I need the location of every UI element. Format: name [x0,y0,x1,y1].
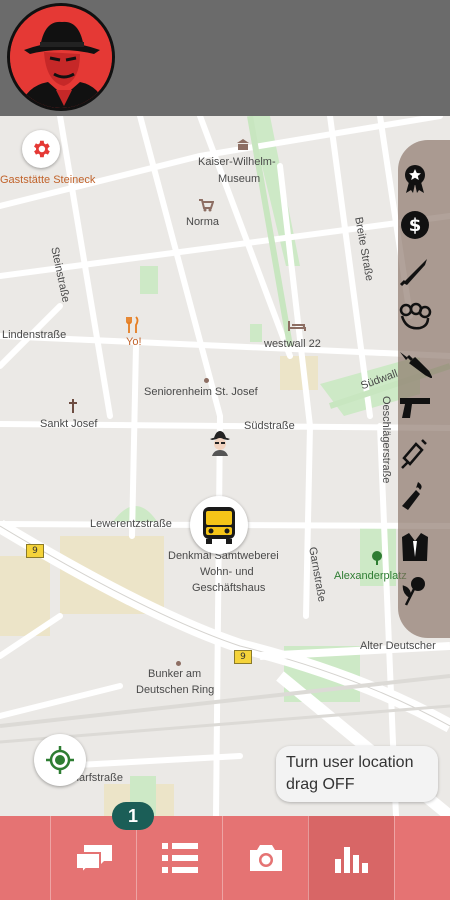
side-suit-button[interactable] [398,530,432,564]
location-drag-toast[interactable]: Turn user location drag OFF [276,746,438,802]
map-label-alter-deutscher: Alter Deutscher [360,640,436,652]
tab-spacer-right [394,816,450,900]
gangster-avatar-icon [10,6,112,108]
camera-icon [249,845,282,871]
syringe-icon [401,439,427,469]
side-molotov-button[interactable] [398,480,432,514]
side-knuckles-button[interactable] [398,300,432,334]
settings-button[interactable] [22,130,60,168]
app-header [0,0,450,116]
tab-spacer-left [0,816,50,900]
side-syringe-button[interactable] [398,436,432,470]
map-label-kaiser: Kaiser-Wilhelm- [198,156,276,168]
side-pistol-button[interactable] [398,390,432,424]
map-label-denkmal-3: Geschäftshaus [192,582,266,594]
map-label-bunker-1: Bunker am [148,668,202,680]
crosshair-icon [46,746,74,774]
tab-stats[interactable] [308,816,394,900]
toast-line-1: Turn user location [286,754,414,771]
map-label-alexanderplatz: Alexanderplatz [334,570,407,582]
toast-line-2: drag OFF [286,776,355,793]
unread-count-badge: 1 [112,802,154,830]
map-label-lindenstrasse: Lindenstraße [2,329,67,341]
map-label-suedstrasse: Südstraße [244,420,295,432]
tab-list[interactable] [136,816,222,900]
map-label-yo: Yo! [126,336,142,348]
museum-icon [237,139,249,150]
side-rose-button[interactable] [398,574,432,608]
side-money-button[interactable]: $ [398,208,432,242]
map-label-gaststaette: Gaststätte Steineck [0,174,96,186]
bus-icon [203,507,235,544]
avatar[interactable] [7,3,115,111]
map-label-norma: Norma [186,216,220,228]
church-icon [69,399,77,413]
bar-chart-icon [334,847,368,873]
gear-icon [34,140,50,158]
map-label-bunker-2: Deutschen Ring [136,684,215,696]
tree-icon [372,551,382,565]
map-label-denkmal-2: Wohn- und [200,566,254,578]
road-shield: 9 [26,544,44,558]
gangster-marker-icon[interactable] [208,430,232,456]
list-icon [161,843,198,873]
map-label-seniorenheim: Seniorenheim St. Josef [144,386,258,398]
molotov-icon [402,482,422,510]
side-knife-button[interactable] [398,254,432,288]
poi-dot [204,378,209,383]
tab-camera[interactable] [222,816,308,900]
locate-button[interactable] [34,734,86,786]
badge-icon [405,165,425,193]
chat-icon [74,845,112,873]
map-label-kaiser-2: Museum [218,173,261,185]
rose-icon [402,577,425,606]
dollar-icon: $ [401,211,429,239]
svg-text:$: $ [409,215,422,236]
side-dagger-button[interactable] [398,346,432,380]
map-label-sanktjosef: Sankt Josef [40,418,98,430]
hotel-icon [288,321,306,331]
map-label-westwall: westwall 22 [264,338,321,350]
poi-dot [176,661,181,666]
knife-icon [399,259,427,287]
brass-knuckles-icon [399,302,432,330]
pistol-icon [400,398,430,418]
bus-marker[interactable] [190,496,248,554]
dagger-icon [400,352,432,378]
restaurant-icon [126,316,139,333]
suit-icon [402,533,428,561]
map-view[interactable]: Gaststätte Steineck Kaiser-Wilhelm- Muse… [0,116,450,816]
side-badge-button[interactable] [398,162,432,196]
map-label-oeschlaeger: Oeschlägerstraße [380,396,392,484]
bottom-tab-bar [0,816,450,900]
cart-icon [199,199,214,212]
map-label-lewerentz: Lewerentzstraße [90,518,172,530]
road-shield: 9 [234,650,252,664]
